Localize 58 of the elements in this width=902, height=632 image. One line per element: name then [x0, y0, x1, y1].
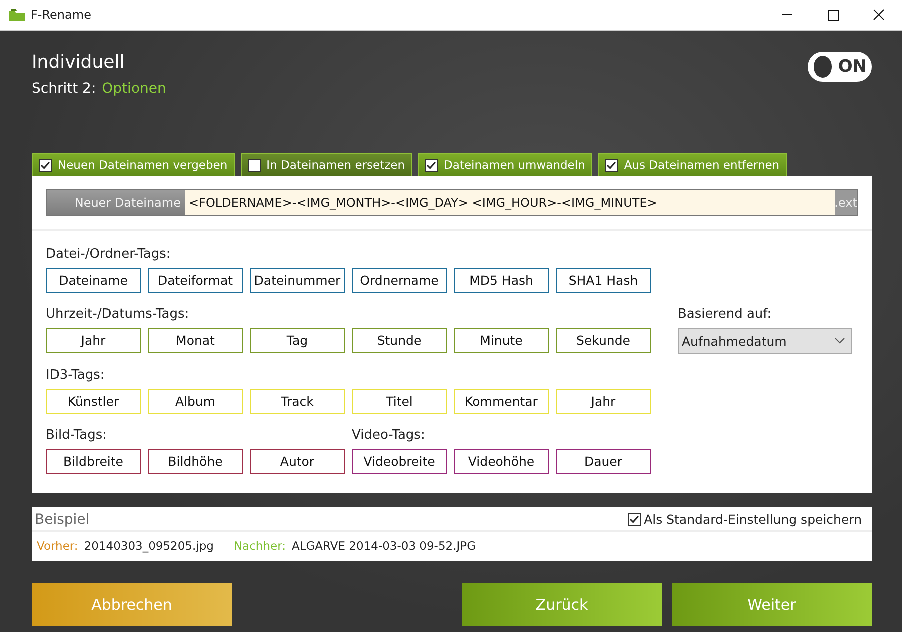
- checkbox[interactable]: [425, 158, 438, 172]
- tab-label: Neuen Dateinamen vergeben: [58, 158, 228, 172]
- date-dropdown[interactable]: Aufnahmedatum: [678, 328, 852, 354]
- group-label: Uhrzeit-/Datums-Tags:: [46, 306, 190, 324]
- tag-button[interactable]: Dateiname: [46, 268, 141, 293]
- field-label: Neuer Dateiname: [47, 190, 185, 215]
- tag-button[interactable]: Sekunde: [556, 328, 651, 353]
- app-icon: [9, 9, 25, 21]
- group-label: Datei-/Ordner-Tags:: [46, 246, 172, 264]
- after-label: Nachher:: [234, 539, 286, 553]
- checkbox[interactable]: [605, 158, 618, 172]
- before-label: Vorher:: [37, 539, 78, 553]
- tag-button[interactable]: Künstler: [46, 389, 141, 414]
- tab-label: Dateinamen umwandeln: [444, 158, 586, 172]
- tag-button[interactable]: Titel: [352, 389, 447, 414]
- tag-button[interactable]: Jahr: [556, 389, 651, 414]
- tag-button[interactable]: Autor: [250, 449, 345, 474]
- tag-button[interactable]: Minute: [454, 328, 549, 353]
- checkbox[interactable]: [39, 158, 52, 172]
- tag-button[interactable]: Stunde: [352, 328, 447, 353]
- before-filename: 20140303_095205.jpg: [84, 539, 214, 553]
- tag-button[interactable]: SHA1 Hash: [556, 268, 651, 293]
- checkbox-label: Als Standard-Einstellung speichern: [644, 512, 862, 527]
- checkbox[interactable]: [628, 513, 642, 526]
- tag-button[interactable]: Track: [250, 389, 345, 414]
- step-name: Optionen: [102, 81, 166, 97]
- option-tab[interactable]: In Dateinamen ersetzen: [240, 153, 412, 176]
- tag-button[interactable]: MD5 Hash: [454, 268, 549, 293]
- tag-button[interactable]: Videobreite: [352, 449, 447, 474]
- tag-button[interactable]: Bildbreite: [46, 449, 141, 474]
- window-title: F-Rename: [31, 8, 92, 22]
- tag-button[interactable]: Dateinummer: [250, 268, 345, 293]
- tag-button[interactable]: Ordnername: [352, 268, 447, 293]
- tag-button[interactable]: Tag: [250, 328, 345, 353]
- tag-button[interactable]: Monat: [148, 328, 243, 353]
- filename-field[interactable]: Neuer Dateiname <FOLDERNAME>-<IMG_MONTH>-<IMG_DAY> <IMG_HOUR>-<IMG_MINUTE> .ext: [46, 189, 858, 216]
- tag-button[interactable]: Videohöhe: [454, 449, 549, 474]
- step-label: Schritt 2:: [32, 81, 96, 97]
- toggle-state-label: ON: [838, 57, 867, 77]
- toggle-switch[interactable]: ON: [808, 52, 872, 82]
- section-title: Beispiel: [35, 512, 90, 528]
- tag-button[interactable]: Dateiformat: [148, 268, 243, 293]
- tag-button[interactable]: Album: [148, 389, 243, 414]
- extension-label: .ext: [835, 190, 857, 215]
- tag-button[interactable]: Dauer: [556, 449, 651, 474]
- tag-button[interactable]: Jahr: [46, 328, 141, 353]
- page-title: Individuell: [32, 52, 126, 73]
- group-label: Video-Tags:: [352, 427, 426, 445]
- group-label: Bild-Tags:: [46, 427, 108, 445]
- dropdown-label: Basierend auf:: [677, 306, 773, 324]
- after-filename: ALGARVE 2014-03-03 09-52.JPG: [292, 539, 476, 553]
- chevron-icon: [835, 338, 845, 344]
- tab-label: In Dateinamen ersetzen: [266, 158, 406, 172]
- tag-button[interactable]: Kommentar: [454, 389, 549, 414]
- tag-button[interactable]: Bildhöhe: [148, 449, 243, 474]
- group-label: ID3-Tags:: [46, 367, 106, 385]
- checkbox[interactable]: [248, 158, 261, 172]
- tab-label: Aus Dateinamen entfernen: [624, 158, 780, 172]
